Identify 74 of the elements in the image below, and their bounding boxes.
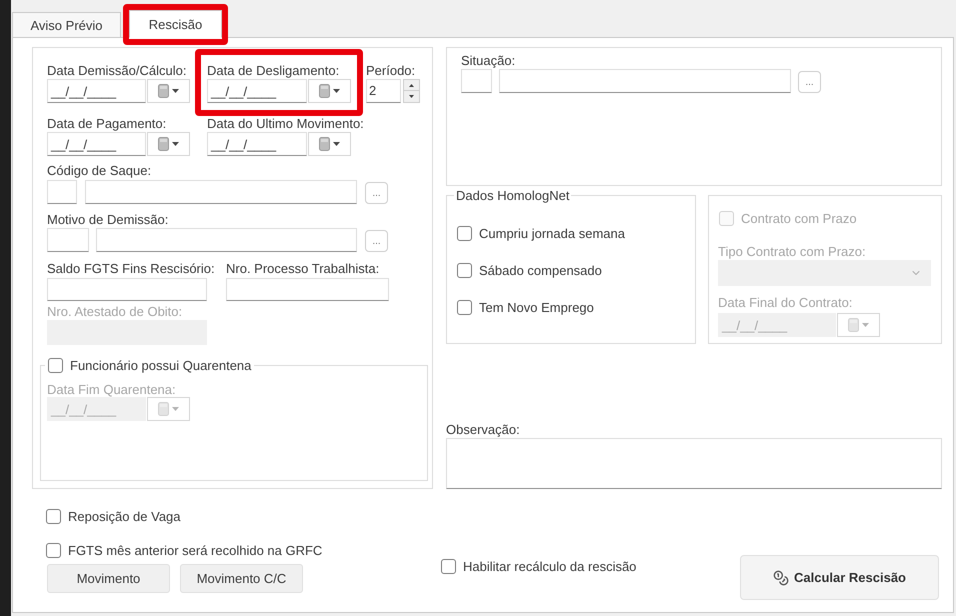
caret-icon	[172, 89, 179, 93]
code-field[interactable]	[461, 69, 492, 93]
field-label: Data de Pagamento:	[47, 116, 166, 131]
checkbox[interactable]	[457, 300, 472, 314]
observation-field[interactable]	[446, 438, 942, 489]
date-field[interactable]: __/__/____	[207, 132, 307, 156]
checkbox-label: Habilitar recálculo da rescisão	[463, 558, 636, 574]
caret-icon	[333, 142, 340, 146]
coins-icon	[772, 570, 789, 586]
text-field[interactable]	[47, 278, 207, 301]
text-field[interactable]	[226, 278, 389, 301]
date-picker-button[interactable]	[308, 79, 351, 103]
calculate-button[interactable]: Calcular Rescisão	[740, 555, 939, 600]
spin-up-button[interactable]	[403, 79, 420, 91]
checkbox-label: FGTS mês anterior será recolhido na GRFC	[68, 542, 322, 558]
group-title: Dados HomologNet	[455, 189, 570, 202]
browse-button[interactable]: ...	[365, 182, 388, 204]
date-field[interactable]: __/__/____	[47, 132, 146, 156]
field-label: Tipo Contrato com Prazo:	[718, 244, 866, 259]
select-field[interactable]	[718, 260, 931, 286]
checkbox[interactable]	[46, 508, 61, 524]
code-field[interactable]	[47, 180, 77, 204]
caret-icon	[862, 323, 869, 327]
date-field[interactable]: __/__/____	[207, 79, 307, 103]
field-label: Nro. Processo Trabalhista:	[226, 261, 380, 276]
checkbox[interactable]	[457, 262, 472, 278]
page-icon	[158, 402, 169, 416]
field-label: Data de Desligamento:	[207, 63, 340, 78]
description-field[interactable]	[499, 69, 791, 93]
caret-icon	[172, 407, 179, 411]
checkbox-label: Reposição de Vaga	[68, 508, 181, 524]
field-label: Data Final do Contrato:	[718, 295, 852, 310]
checkbox[interactable]	[441, 558, 456, 574]
checkbox-label: Funcionário possui Quarentena	[70, 358, 252, 372]
up-triangle-icon	[409, 84, 414, 86]
date-picker-button[interactable]	[147, 132, 190, 156]
checkbox[interactable]	[46, 542, 61, 558]
field-label: Nro. Atestado de Obito:	[47, 304, 182, 319]
code-field[interactable]	[47, 228, 89, 252]
field-label: Situação:	[461, 53, 516, 68]
field-label: Data Demissão/Cálculo:	[47, 63, 186, 78]
page-icon	[848, 318, 859, 332]
page-icon	[319, 84, 330, 98]
tab[interactable]: Aviso Prévio	[12, 12, 121, 37]
page-icon	[158, 84, 169, 98]
checkbox-label: Sábado compensado	[479, 262, 602, 278]
field-label: Código de Saque:	[47, 163, 152, 178]
date-picker-button[interactable]	[147, 79, 190, 103]
tab[interactable]: Rescisão	[129, 10, 222, 38]
action-button[interactable]: Movimento	[47, 564, 170, 593]
date-picker-button[interactable]	[308, 132, 351, 156]
date-field[interactable]: __/__/____	[47, 79, 146, 103]
description-field[interactable]	[85, 180, 357, 204]
checkbox[interactable]	[457, 226, 472, 240]
caret-icon	[333, 89, 340, 93]
field-label: Período:	[366, 63, 416, 78]
field-label: Motivo de Demissão:	[47, 212, 168, 227]
checkbox-label: Contrato com Prazo	[741, 210, 857, 226]
caret-icon	[172, 142, 179, 146]
description-field[interactable]	[96, 228, 357, 252]
number-field[interactable]: 2	[366, 79, 401, 103]
field-label: Data Fim Quarentena:	[47, 382, 176, 397]
browse-button[interactable]: ...	[798, 71, 821, 93]
spin-down-button[interactable]	[403, 91, 420, 103]
field-label: Observação:	[446, 422, 520, 437]
page-icon	[158, 137, 169, 151]
action-button[interactable]: Movimento C/C	[180, 564, 303, 593]
down-triangle-icon	[409, 95, 414, 98]
checkbox-label: Cumpriu jornada semana	[479, 226, 625, 240]
field-label: Saldo FGTS Fins Rescisório:	[47, 261, 215, 276]
field-label: Data do Ultimo Movimento:	[207, 116, 364, 131]
page-icon	[319, 137, 330, 151]
checkbox-label: Tem Novo Emprego	[479, 300, 594, 314]
browse-button[interactable]: ...	[365, 230, 388, 252]
